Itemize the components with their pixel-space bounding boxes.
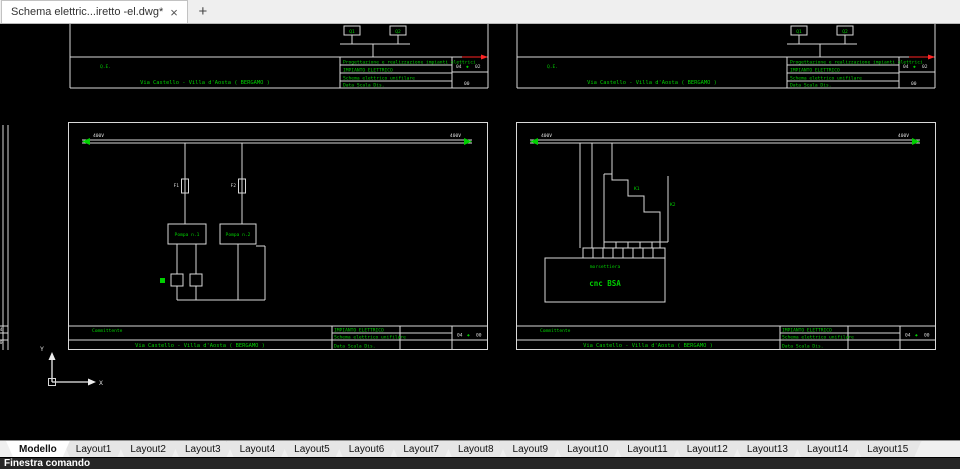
left-edge-fragment: 04 ◆ 00 [0, 125, 9, 350]
frame-right-shell [516, 122, 936, 350]
drawing-canvas[interactable]: Q1 Q2 Q.E. Progettazione e realizzazione… [0, 24, 960, 440]
bus-arrow-icon [82, 138, 90, 145]
strip-label: morsettiera [590, 264, 621, 270]
tab-layout12[interactable]: Layout12 [674, 441, 741, 457]
titleblock-row: Data Scala Dis. [343, 83, 385, 89]
device-label: Pompa n.2 [226, 232, 251, 238]
green-marker-icon [160, 278, 165, 283]
new-tab-button[interactable]: + [191, 0, 215, 23]
tab-layout11[interactable]: Layout11 [614, 441, 680, 457]
tab-layout14[interactable]: Layout14 [794, 441, 861, 457]
layout-tab-bar: Modello Layout1 Layout2 Layout3 Layout4 … [0, 440, 960, 457]
project-title: Via Castello - Villa d'Aosta ( BERGAMO ) [135, 343, 265, 349]
titleblock-row: IMPIANTO ELETTRICO [343, 68, 393, 74]
ucs-x-label: X [99, 379, 103, 387]
sheet-number: 04 [456, 64, 462, 70]
bus-arrow-icon [464, 138, 472, 145]
fuse-label: F2 [230, 183, 236, 189]
red-arrow-icon [481, 54, 488, 60]
titleblock-row: Schema elettrico unifilare [334, 335, 406, 341]
fuse-label: F1 [173, 183, 179, 189]
sheet-number: 00 [0, 340, 3, 346]
drawing-svg: Q1 Q2 Q.E. Progettazione e realizzazione… [0, 24, 936, 387]
contact-label: K2 [670, 202, 676, 208]
frame-right-schematic: K1 K2 morsettiera cnc BSA [544, 143, 676, 303]
ucs-x-arrow-icon [88, 378, 96, 386]
file-tab-label: Schema elettric...iretto -el.dwg* [11, 6, 164, 18]
relay-label: Q2 [395, 29, 401, 35]
file-tab-bar: Schema elettric...iretto -el.dwg* × + [0, 0, 960, 24]
tab-layout6[interactable]: Layout6 [336, 441, 398, 457]
device-title: cnc BSA [589, 279, 621, 288]
tab-layout10[interactable]: Layout10 [554, 441, 621, 457]
sheet-number: 00 [464, 81, 470, 87]
tab-layout7[interactable]: Layout7 [390, 441, 452, 457]
bus-label: 400V [93, 133, 104, 139]
tab-layout1[interactable]: Layout1 [63, 441, 125, 457]
file-tab[interactable]: Schema elettric...iretto -el.dwg* × [1, 0, 188, 23]
sheet-top-left: Q1 Q2 Q.E. Progettazione e realizzazione… [69, 24, 489, 89]
tab-layout3[interactable]: Layout3 [172, 441, 234, 457]
project-title: Via Castello - Villa d'Aosta ( BERGAMO ) [140, 80, 270, 86]
ucs-icon: Y X [40, 345, 103, 387]
client-label: Committente [92, 328, 123, 334]
command-window-label: Finestra comando [4, 458, 91, 469]
tab-layout15[interactable]: Layout15 [854, 441, 921, 457]
device-label: Pompa n.1 [175, 232, 200, 238]
relay-label: Q1 [349, 29, 355, 35]
frame-left-schematic: F1 F2 Pompa n.1 Pompa n.2 [160, 143, 266, 301]
titleblock-row: Schema elettrico unifilare [343, 76, 415, 82]
tab-layout8[interactable]: Layout8 [445, 441, 507, 457]
ucs-y-label: Y [40, 345, 44, 353]
frame-left-shell: 400V 400V IMPIANTO ELETTRICO Schema elet… [68, 122, 488, 350]
titleblock-row: Data Scala Dis. [334, 344, 376, 350]
tab-layout4[interactable]: Layout4 [227, 441, 289, 457]
diamond-icon: ◆ [466, 65, 469, 70]
close-icon[interactable]: × [170, 6, 178, 19]
tab-modello[interactable]: Modello [6, 441, 70, 457]
command-window-bar[interactable]: Finestra comando [0, 457, 960, 469]
contact-label: K1 [634, 186, 640, 192]
tab-layout13[interactable]: Layout13 [734, 441, 801, 457]
sheet-number: 02 [475, 64, 481, 70]
tab-layout9[interactable]: Layout9 [500, 441, 562, 457]
ucs-y-arrow-icon [48, 352, 56, 360]
sheet-number: 04 [457, 333, 463, 339]
tab-layout2[interactable]: Layout2 [117, 441, 179, 457]
sheet-top-right [516, 24, 936, 89]
panel-label: Q.E. [100, 64, 111, 70]
titleblock-row: IMPIANTO ELETTRICO [334, 328, 384, 334]
sheet-number: 04 [0, 327, 3, 333]
sheet-number: 00 [476, 333, 482, 339]
tab-layout5[interactable]: Layout5 [281, 441, 343, 457]
bus-label: 400V [450, 133, 461, 139]
diamond-icon: ◆ [467, 334, 470, 339]
